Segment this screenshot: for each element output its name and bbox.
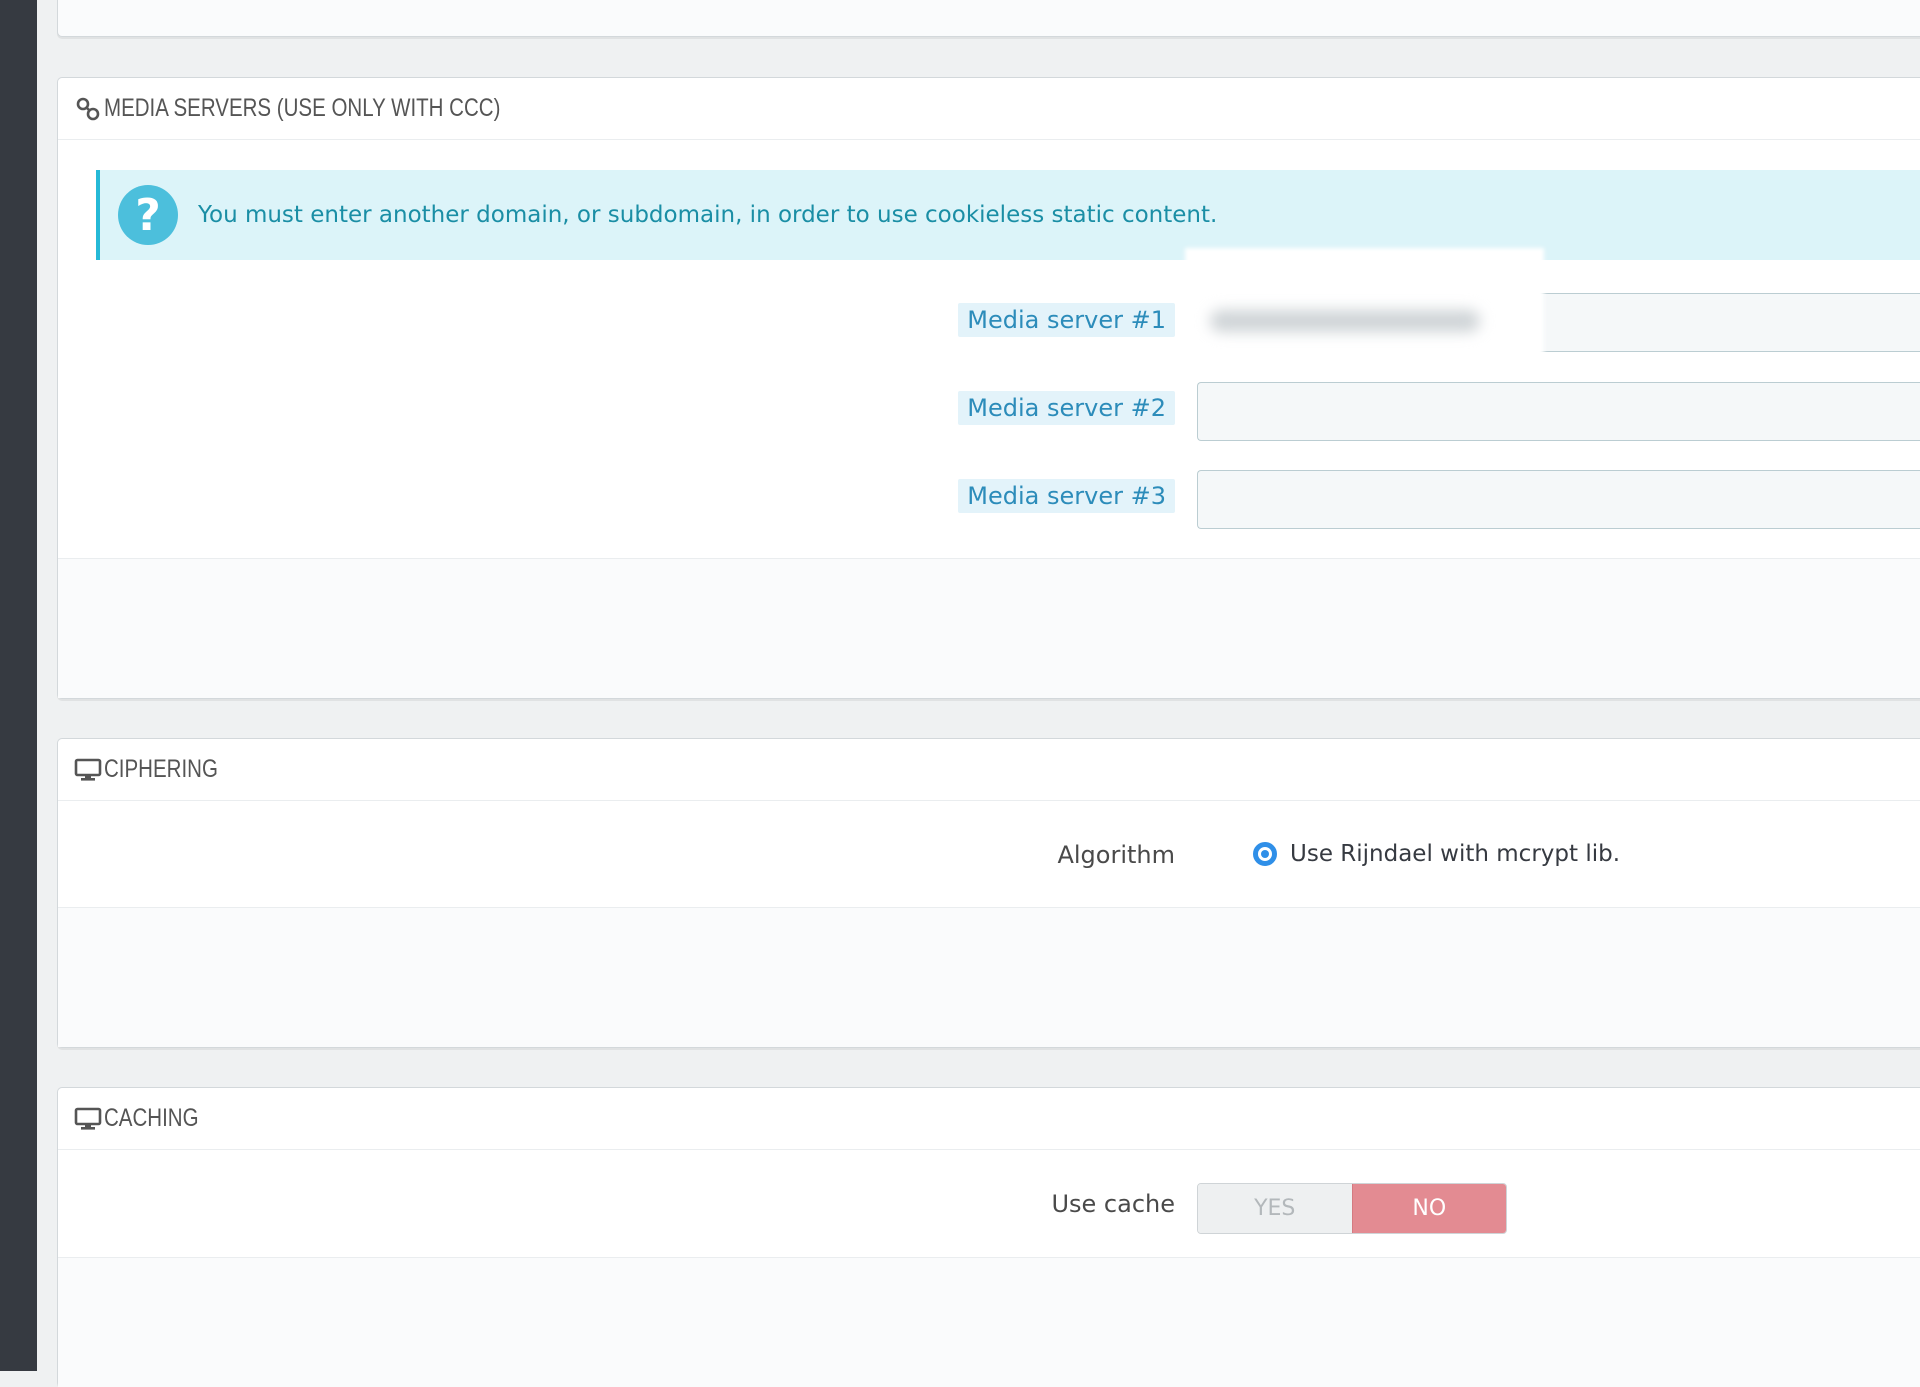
- media-server-3-label-cell: Media server #3: [58, 479, 1175, 513]
- panel-footer: [58, 558, 1920, 698]
- caching-body: Use cache YES NO: [58, 1150, 1920, 1263]
- media-server-1-label-cell: Media server #1: [58, 303, 1175, 337]
- use-cache-label-cell: Use cache: [58, 1190, 1175, 1218]
- radio-label[interactable]: Use Rijndael with mcrypt lib.: [1290, 841, 1620, 867]
- switch-yes-option[interactable]: YES: [1198, 1184, 1352, 1233]
- panel-footer: [58, 907, 1920, 1047]
- admin-sidebar: [0, 0, 37, 1371]
- media-servers-heading: MEDIA SERVERS (USE ONLY WITH CCC): [58, 78, 1920, 140]
- media-server-1-label: Media server #1: [958, 303, 1175, 337]
- media-server-2-label: Media server #2: [958, 391, 1175, 425]
- radio-button[interactable]: [1253, 842, 1277, 866]
- ciphering-heading: CIPHERING: [58, 739, 1920, 801]
- ciphering-panel: CIPHERING Algorithm Use Rijndael with mc…: [57, 738, 1920, 1048]
- panel-footer: [58, 1257, 1920, 1387]
- redacted-value: [1210, 310, 1480, 332]
- algorithm-label-cell: Algorithm: [58, 841, 1175, 869]
- caching-heading: CACHING: [58, 1088, 1920, 1150]
- panel-title: MEDIA SERVERS (USE ONLY WITH CCC): [104, 94, 501, 122]
- media-servers-panel: MEDIA SERVERS (USE ONLY WITH CCC) ? You …: [57, 77, 1920, 699]
- alert-message: You must enter another domain, or subdom…: [198, 202, 1218, 228]
- algorithm-radio-option[interactable]: Use Rijndael with mcrypt lib.: [1253, 841, 1620, 867]
- question-circle-icon: ?: [118, 185, 178, 245]
- media-server-3-label: Media server #3: [958, 479, 1175, 513]
- previous-panel: [57, 0, 1920, 37]
- media-server-2-input[interactable]: [1197, 382, 1920, 441]
- use-cache-label: Use cache: [1051, 1190, 1175, 1218]
- media-servers-body: ? You must enter another domain, or subd…: [58, 140, 1920, 560]
- redaction-overlay: [1185, 248, 1544, 361]
- desktop-icon: [74, 756, 102, 784]
- caching-panel: CACHING Use cache YES NO: [57, 1087, 1920, 1387]
- panel-title: CIPHERING: [104, 755, 218, 783]
- info-alert: ? You must enter another domain, or subd…: [96, 170, 1920, 260]
- ciphering-body: Algorithm Use Rijndael with mcrypt lib.: [58, 801, 1920, 907]
- desktop-icon: [74, 1105, 102, 1133]
- media-server-3-input[interactable]: [1197, 470, 1920, 529]
- algorithm-label: Algorithm: [1057, 841, 1175, 869]
- media-server-2-label-cell: Media server #2: [58, 391, 1175, 425]
- link-icon: [74, 95, 102, 123]
- switch-no-option[interactable]: NO: [1351, 1184, 1506, 1233]
- panel-title: CACHING: [104, 1104, 199, 1132]
- use-cache-switch[interactable]: YES NO: [1197, 1183, 1507, 1234]
